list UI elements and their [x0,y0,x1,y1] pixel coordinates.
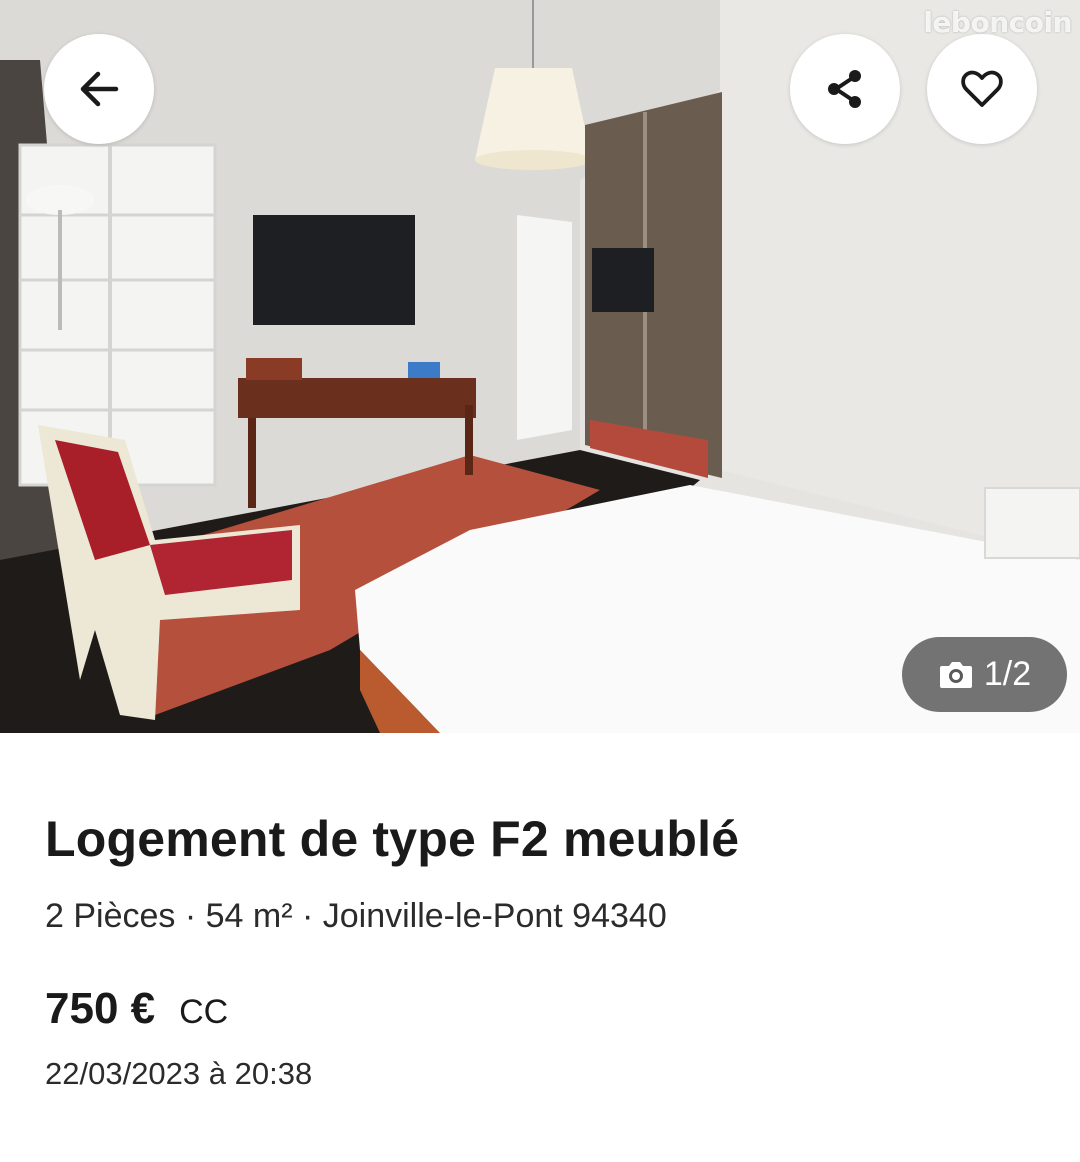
listing-date: 22/03/2023 à 20:38 [45,1056,313,1091]
favorite-button[interactable] [927,34,1037,144]
share-button[interactable] [790,34,900,144]
leboncoin-watermark: leboncoin [923,6,1072,39]
price-row: 750 € CC [45,984,1035,1034]
heart-icon [961,70,1003,107]
listing-details: 2 Pièces · 54 m² · Joinville-le-Pont 943… [45,897,667,935]
camera-icon [939,661,972,688]
photo-counter[interactable]: 1/2 [902,637,1067,712]
listing-photo[interactable] [0,0,1080,733]
listing-price: 750 € [45,984,156,1033]
photo-counter-label: 1/2 [983,655,1032,693]
photo-gallery[interactable]: leboncoin 1/2 [0,0,1080,733]
share-icon [828,70,861,108]
back-button[interactable] [44,34,154,144]
arrow-left-icon [80,71,119,107]
charges-label: CC [179,993,229,1031]
listing-info: Logement de type F2 meublé 2 Pièces · 54… [0,809,1080,1092]
listing-title: Logement de type F2 meublé [45,811,740,867]
